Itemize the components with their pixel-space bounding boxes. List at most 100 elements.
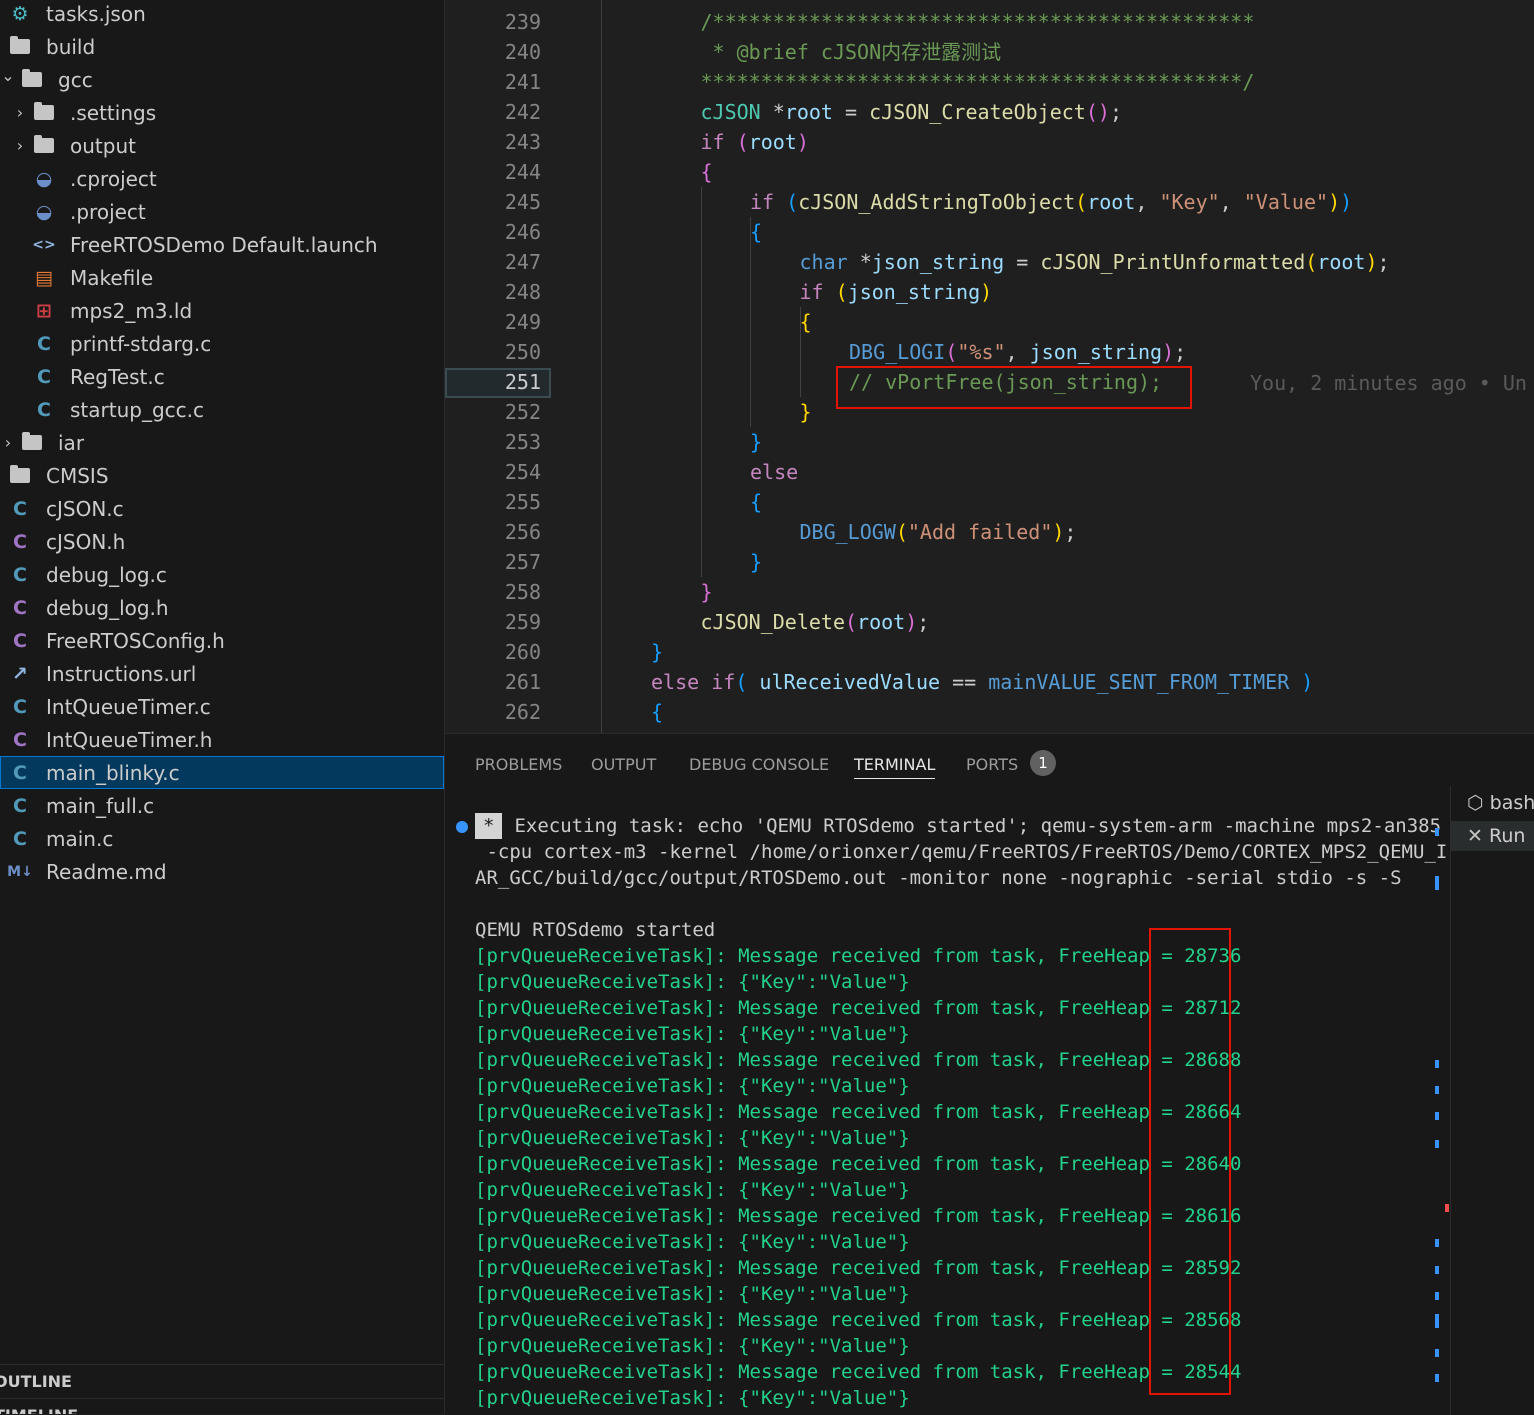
code-line[interactable]: { (750, 217, 762, 247)
tree-item[interactable]: M↓ Readme.md (0, 855, 444, 888)
tree-item[interactable]: ⊞ mps2_m3.ld (0, 294, 444, 327)
line-number: 256 (504, 520, 541, 544)
code-token: ( (835, 280, 848, 304)
tab-output[interactable]: OUTPUT (591, 752, 656, 778)
code-line[interactable]: ****************************************… (701, 67, 1255, 97)
timeline-section[interactable]: TIMELINE (0, 1398, 444, 1414)
chevron-right-icon[interactable]: › (12, 103, 28, 122)
code-line[interactable]: { (800, 307, 812, 337)
code-line[interactable]: } (701, 577, 713, 607)
tree-item[interactable]: ◒ .cproject (0, 162, 444, 195)
tree-item[interactable]: Cmain.c (0, 822, 444, 855)
tree-item[interactable]: Cdebug_log.c (0, 558, 444, 591)
tree-item[interactable]: Cstartup_gcc.c (0, 393, 444, 426)
code-line[interactable]: cJSON *root = cJSON_CreateObject(); (701, 97, 1123, 127)
code-token: } (651, 640, 664, 664)
line-number: 240 (504, 40, 541, 64)
code-token: ; (1064, 520, 1077, 544)
tree-item[interactable]: Cmain_blinky.c (0, 756, 444, 789)
terminal-line: [prvQueueReceiveTask]: Message received … (475, 1255, 1241, 1281)
tree-item[interactable]: › .settings (0, 96, 444, 129)
chevron-right-icon[interactable]: › (0, 468, 4, 484)
code-token: * (847, 250, 872, 274)
code-line[interactable]: /***************************************… (701, 7, 1255, 37)
tree-item[interactable]: ⚙ tasks.json (0, 0, 444, 30)
tree-item[interactable]: <> FreeRTOSDemo Default.launch (0, 228, 444, 261)
tree-item-label: output (70, 133, 136, 158)
code-line[interactable]: { (750, 487, 762, 517)
tree-item[interactable]: Cprintf-stdarg.c (0, 327, 444, 360)
terminal-line: [prvQueueReceiveTask]: {"Key":"Value"} (475, 1075, 910, 1097)
tree-item[interactable]: Cdebug_log.h (0, 591, 444, 624)
code-line[interactable]: else if( ulReceivedValue == mainVALUE_SE… (651, 667, 1313, 697)
tab-terminal[interactable]: TERMINAL (854, 752, 936, 779)
tree-item-label: FreeRTOSDemo Default.launch (70, 232, 378, 257)
chevron-right-icon[interactable]: › (0, 433, 16, 452)
tree-item[interactable]: C RegTest.c (0, 360, 444, 393)
terminal-list-item[interactable]: ⬡ bash (1467, 788, 1534, 818)
terminal-list-item[interactable]: ✕ Run (1451, 821, 1534, 851)
line-number: 253 (504, 430, 541, 454)
code-line[interactable]: cJSON_Delete(root); (701, 607, 930, 637)
tab-problems[interactable]: PROBLEMS (475, 752, 562, 778)
tree-item[interactable]: ⌄ build (0, 30, 444, 63)
tree-item[interactable]: ↗ Instructions.url (0, 657, 444, 690)
tree-item[interactable]: CcJSON.h (0, 525, 444, 558)
code-editor[interactable]: 239 240 241 242 243 244 245 246 247 248 249 250 251 2… (445, 0, 1534, 733)
c-file-icon: C (37, 398, 51, 421)
tree-item[interactable]: › output (0, 129, 444, 162)
line-number: 252 (504, 400, 541, 424)
task-status-dot[interactable] (456, 821, 468, 833)
tab-debug-console[interactable]: DEBUG CONSOLE (689, 752, 829, 778)
outline-section[interactable]: OUTLINE (0, 1364, 444, 1398)
eclipse-icon: ◒ (35, 167, 53, 190)
tree-item[interactable]: ▤ Makefile (0, 261, 444, 294)
code-line[interactable]: } (750, 547, 762, 577)
code-line[interactable]: * @brief cJSON内存泄露测试 (701, 37, 1002, 67)
terminal-message-prefix: [prvQueueReceiveTask]: Message received … (475, 1361, 1185, 1383)
code-token: { (750, 490, 763, 514)
code-line[interactable]: else (750, 457, 798, 487)
tree-item[interactable]: Cmain_full.c (0, 789, 444, 822)
tree-item[interactable]: ◒ .project (0, 195, 444, 228)
code-line[interactable]: DBG_LOGI("%s", json_string); (849, 337, 1186, 367)
code-line[interactable]: { (701, 157, 713, 187)
tree-item[interactable]: › CMSIS (0, 459, 444, 492)
code-line[interactable]: { (651, 697, 663, 727)
code-line[interactable]: DBG_LOGW("Add failed"); (800, 517, 1077, 547)
terminal-line: [prvQueueReceiveTask]: Message received … (475, 1359, 1241, 1385)
tree-item[interactable]: C IntQueueTimer.c (0, 690, 444, 723)
code-token: cJSON_Delete (700, 610, 846, 634)
terminal-line: [prvQueueReceiveTask]: {"Key":"Value"} (475, 1387, 910, 1409)
code-line[interactable]: } (651, 637, 663, 667)
chevron-right-icon[interactable]: › (12, 136, 28, 155)
code-line[interactable]: if (root) (701, 127, 809, 157)
tab-ports[interactable]: PORTS (966, 752, 1018, 778)
tree-item-label: main_full.c (46, 793, 155, 818)
chevron-down-icon[interactable]: ⌄ (0, 33, 4, 52)
xml-code-icon: <> (32, 236, 56, 253)
tree-item-label: .cproject (70, 166, 157, 191)
chevron-down-icon[interactable]: ⌄ (0, 66, 16, 85)
line-number: 251 (504, 370, 541, 394)
tree-item-label: tasks.json (46, 1, 146, 26)
code-line[interactable]: if (json_string) (800, 277, 993, 307)
scroll-marker (1435, 1374, 1439, 1382)
code-token: root (1087, 190, 1136, 214)
code-line[interactable]: } (750, 427, 762, 457)
tree-item[interactable]: C IntQueueTimer.h (0, 723, 444, 756)
tree-item[interactable]: › iar (0, 426, 444, 459)
code-token: { (750, 220, 763, 244)
c-file-icon: C (13, 794, 27, 817)
tree-item[interactable]: CcJSON.c (0, 492, 444, 525)
code-line[interactable]: if (cJSON_AddStringToObject(root, "Key",… (750, 187, 1352, 217)
terminal-line: [prvQueueReceiveTask]: Message received … (475, 1203, 1241, 1229)
tree-item[interactable]: ⌄ gcc (0, 63, 444, 96)
code-line[interactable]: } (800, 397, 812, 427)
terminal-message-prefix: [prvQueueReceiveTask]: Message received … (475, 1153, 1185, 1175)
code-line[interactable]: char *json_string = cJSON_PrintUnformatt… (800, 247, 1390, 277)
code-token: root (784, 100, 833, 124)
tree-item[interactable]: C FreeRTOSConfig.h (0, 624, 444, 657)
tree-item-label: gcc (58, 67, 93, 92)
